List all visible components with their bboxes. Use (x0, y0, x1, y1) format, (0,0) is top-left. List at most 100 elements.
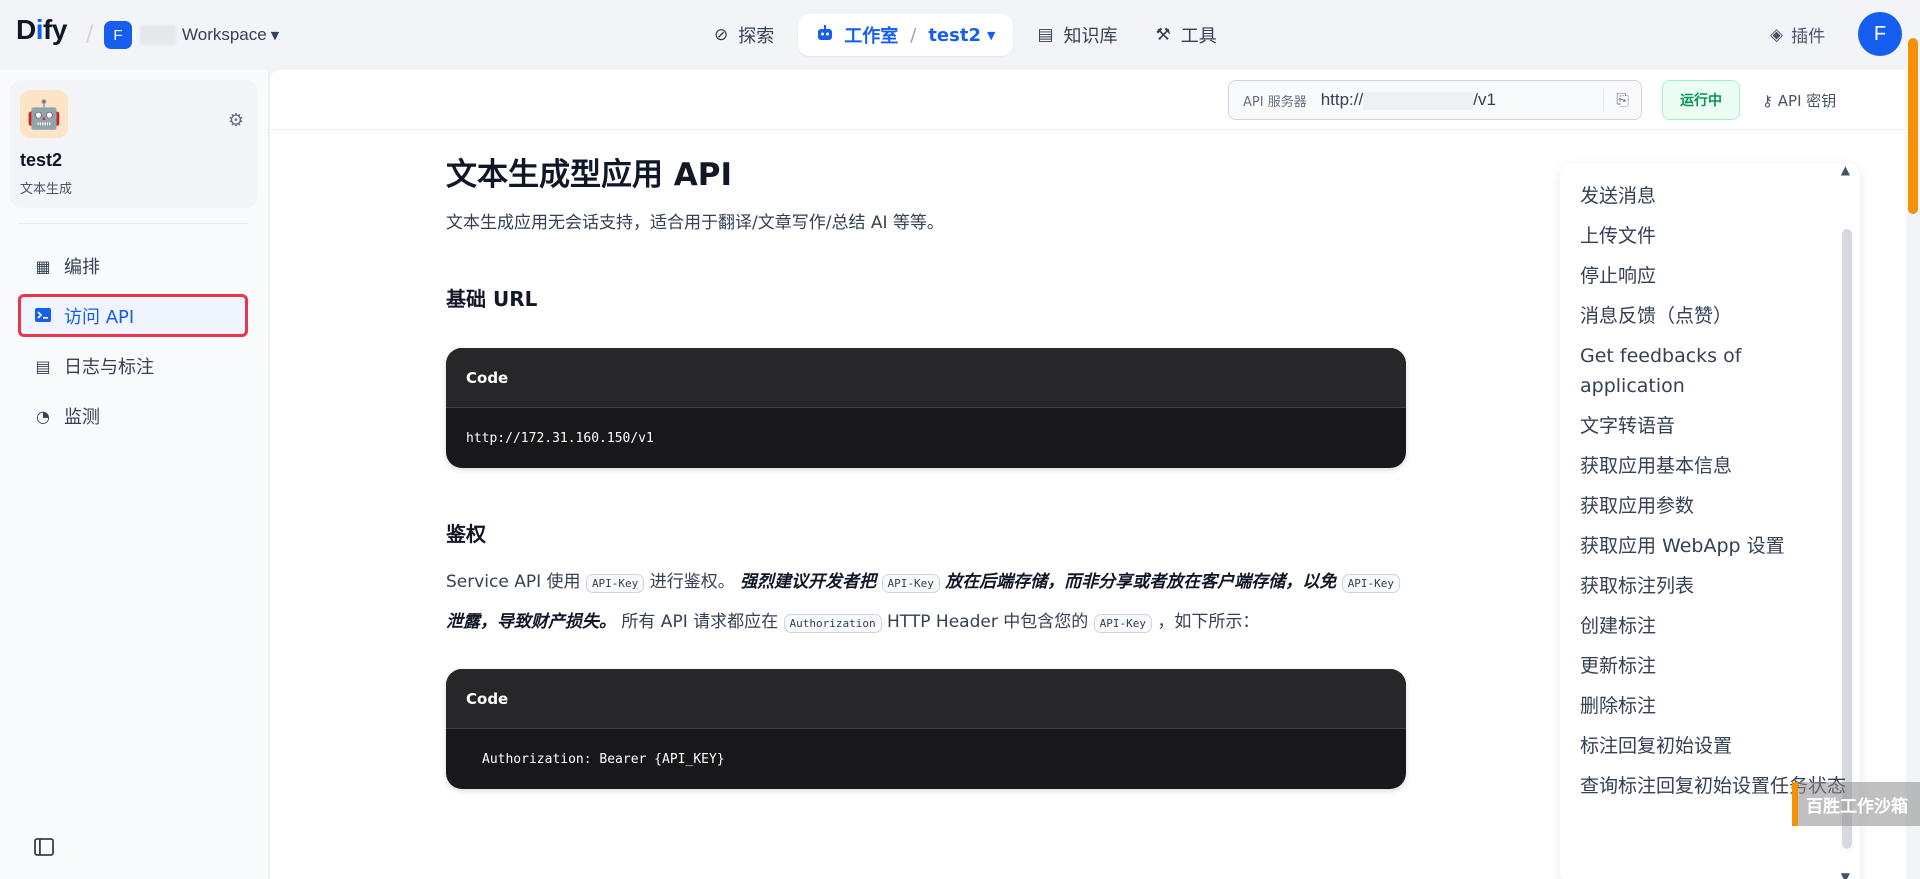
auth-text: 进行鉴权。 (649, 572, 735, 592)
sidebar-item-orchestrate[interactable]: ▦ 编排 (20, 246, 246, 286)
api-server-label: API 服务器 (1243, 94, 1307, 110)
page-scrollbar[interactable] (1908, 38, 1918, 214)
code-block-body[interactable]: http://172.31.160.150/v1 (446, 408, 1406, 468)
toc-item[interactable]: 消息反馈（点赞） (1580, 301, 1850, 331)
api-key-label: API 密钥 (1777, 92, 1837, 110)
toc-item[interactable]: 停止响应 (1580, 261, 1850, 291)
app-sidebar: 🤖 ⚙ test2 文本生成 (0, 70, 269, 879)
auth-emphasis: 强烈建议开发者把 (740, 572, 877, 592)
toc-item[interactable]: 文字转语音 (1580, 411, 1850, 441)
sidebar-item-label: 编排 (64, 257, 100, 278)
api-url-prefix: http:// (1320, 90, 1364, 109)
settings-sliders-icon[interactable]: ⚙ (228, 110, 244, 131)
app-name: test2 (20, 150, 63, 170)
robot-icon (816, 24, 834, 47)
nav-explore-label: 探索 (738, 26, 775, 47)
nav-studio-label: 工作室 (844, 26, 899, 47)
sidebar-item-label: 日志与标注 (64, 357, 154, 378)
app-type: 文本生成 (20, 182, 73, 197)
auth-heading: 鉴权 (446, 522, 486, 546)
sidebar-item-monitor[interactable]: ◔ 监测 (20, 396, 246, 436)
layout-icon: ▦ (35, 256, 51, 276)
book-icon: ▤ (1037, 25, 1054, 45)
toc-item[interactable]: Get feedbacks of application (1580, 341, 1850, 401)
cube-icon: ◈ (1770, 24, 1784, 45)
toc-item[interactable]: 发送消息 (1580, 181, 1850, 211)
sidebar-item-label: 监测 (64, 407, 100, 428)
nav-tools-label: 工具 (1180, 26, 1217, 47)
toc-item[interactable]: 更新标注 (1580, 651, 1850, 681)
gauge-icon: ◔ (36, 406, 50, 426)
sidebar-divider (18, 223, 248, 224)
toc-item[interactable]: 获取应用 WebApp 设置 (1580, 531, 1850, 561)
code-block-label: Code (446, 669, 1406, 729)
scroll-up-icon[interactable]: ▲ (1841, 163, 1850, 177)
plugins-label: 插件 (1791, 27, 1826, 47)
toc-item[interactable]: 创建标注 (1580, 611, 1850, 641)
logo-text-fy: fy (43, 14, 67, 45)
api-doc: 文本生成型应用 API 文本生成应用无会话支持，适合用于翻译/文章写作/总结 A… (446, 154, 1406, 789)
sidebar-collapse-icon[interactable] (34, 838, 54, 861)
code-tag: API-Key (1093, 614, 1152, 633)
toc-item[interactable]: 获取应用参数 (1580, 491, 1850, 521)
workspace-avatar: F (104, 21, 132, 49)
nav-knowledge[interactable]: ▤ 知识库 (1023, 14, 1131, 56)
code-block-base-url: Code http://172.31.160.150/v1 (446, 348, 1406, 468)
toc-list: 发送消息 上传文件 停止响应 消息反馈（点赞） Get feedbacks of… (1580, 181, 1850, 811)
toc-item[interactable]: 上传文件 (1580, 221, 1850, 251)
api-server-box: API 服务器 http:// /v1 ⎘ (1228, 80, 1642, 120)
user-avatar[interactable]: F (1858, 12, 1902, 56)
hammer-icon: ⚒ (1155, 25, 1171, 45)
breadcrumb-slash: / (86, 22, 94, 47)
sidebar-item-logs[interactable]: ▤ 日志与标注 (20, 346, 246, 386)
auth-paragraph: Service API 使用 API-Key 进行鉴权。 强烈建议开发者把 AP… (446, 563, 1406, 643)
app-robot-icon: 🤖 (20, 90, 68, 138)
code-tag: Authorization (783, 614, 882, 633)
scroll-down-icon[interactable]: ▼ (1841, 870, 1850, 879)
code-tag: API-Key (1341, 574, 1401, 593)
sandbox-watermark: 百胜工作沙箱 (1792, 782, 1920, 826)
workspace-switcher[interactable]: F Workspace ▼ (104, 20, 279, 50)
api-header-bar: API 服务器 http:// /v1 ⎘ 运行中 ⚷ API 密钥 (270, 70, 1906, 130)
plugins-button[interactable]: ◈ 插件 (1770, 22, 1826, 48)
toc-item[interactable]: 标注回复初始设置 (1580, 731, 1850, 761)
nav-explore[interactable]: ⊘ 探索 (700, 14, 788, 56)
dify-logo[interactable]: Dify (16, 14, 67, 46)
logo-text-i: i (35, 14, 44, 45)
api-url-redacted (1363, 91, 1474, 110)
clipboard-icon[interactable]: ⎘ (1603, 90, 1629, 110)
toc-item[interactable]: 获取标注列表 (1580, 571, 1850, 601)
toc-panel: ▲ 发送消息 上传文件 停止响应 消息反馈（点赞） Get feedbacks … (1560, 163, 1860, 879)
auth-text: 所有 API 请求都应在 (621, 612, 779, 632)
auth-text: Service API 使用 (446, 572, 581, 592)
nav-studio[interactable]: 工作室 / test2 ▼ (798, 14, 1014, 56)
code-tag: API-Key (881, 574, 940, 593)
status-badge: 运行中 (1662, 80, 1740, 120)
app-info-card[interactable]: 🤖 ⚙ test2 文本生成 (10, 80, 258, 208)
nav-knowledge-label: 知识库 (1063, 26, 1118, 47)
main-nav: ⊘ 探索 工作室 / test2 ▼ ▤ 知识库 ⚒ 工具 (700, 14, 1241, 56)
code-block-auth: Code Authorization: Bearer {API_KEY} (446, 669, 1406, 789)
api-server-url[interactable]: http:// /v1 (1321, 90, 1496, 110)
logo-text-d: D (16, 14, 36, 45)
api-key-button[interactable]: ⚷ API 密钥 (1762, 90, 1836, 111)
chevron-down-icon[interactable]: ▼ (987, 29, 995, 42)
chevron-down-icon: ▼ (270, 28, 280, 42)
workspace-redacted (140, 25, 176, 45)
page-title: 文本生成型应用 API (446, 157, 733, 193)
log-icon: ▤ (35, 356, 51, 376)
code-tag: API-Key (585, 574, 645, 593)
page-subtitle: 文本生成应用无会话支持，适合用于翻译/文章写作/总结 AI 等等。 (446, 213, 944, 233)
top-navbar: Dify / F Workspace ▼ ⊘ 探索 工作室 / test2 ▼ … (0, 0, 1920, 70)
code-block-body[interactable]: Authorization: Bearer {API_KEY} (446, 729, 1406, 789)
key-icon: ⚷ (1762, 92, 1773, 110)
api-url-suffix: /v1 (1473, 90, 1496, 109)
auth-emphasis: 放在后端存储，而非分享或者放在客户端存储，以免 (945, 572, 1337, 592)
toc-item[interactable]: 删除标注 (1580, 691, 1850, 721)
nav-current-app[interactable]: test2 (928, 25, 981, 46)
auth-text: HTTP Header 中包含您的 (887, 612, 1089, 632)
nav-tools[interactable]: ⚒ 工具 (1142, 14, 1231, 56)
auth-text: ，如下所示： (1157, 612, 1260, 632)
highlight-annotation (18, 294, 248, 337)
toc-item[interactable]: 获取应用基本信息 (1580, 451, 1850, 481)
